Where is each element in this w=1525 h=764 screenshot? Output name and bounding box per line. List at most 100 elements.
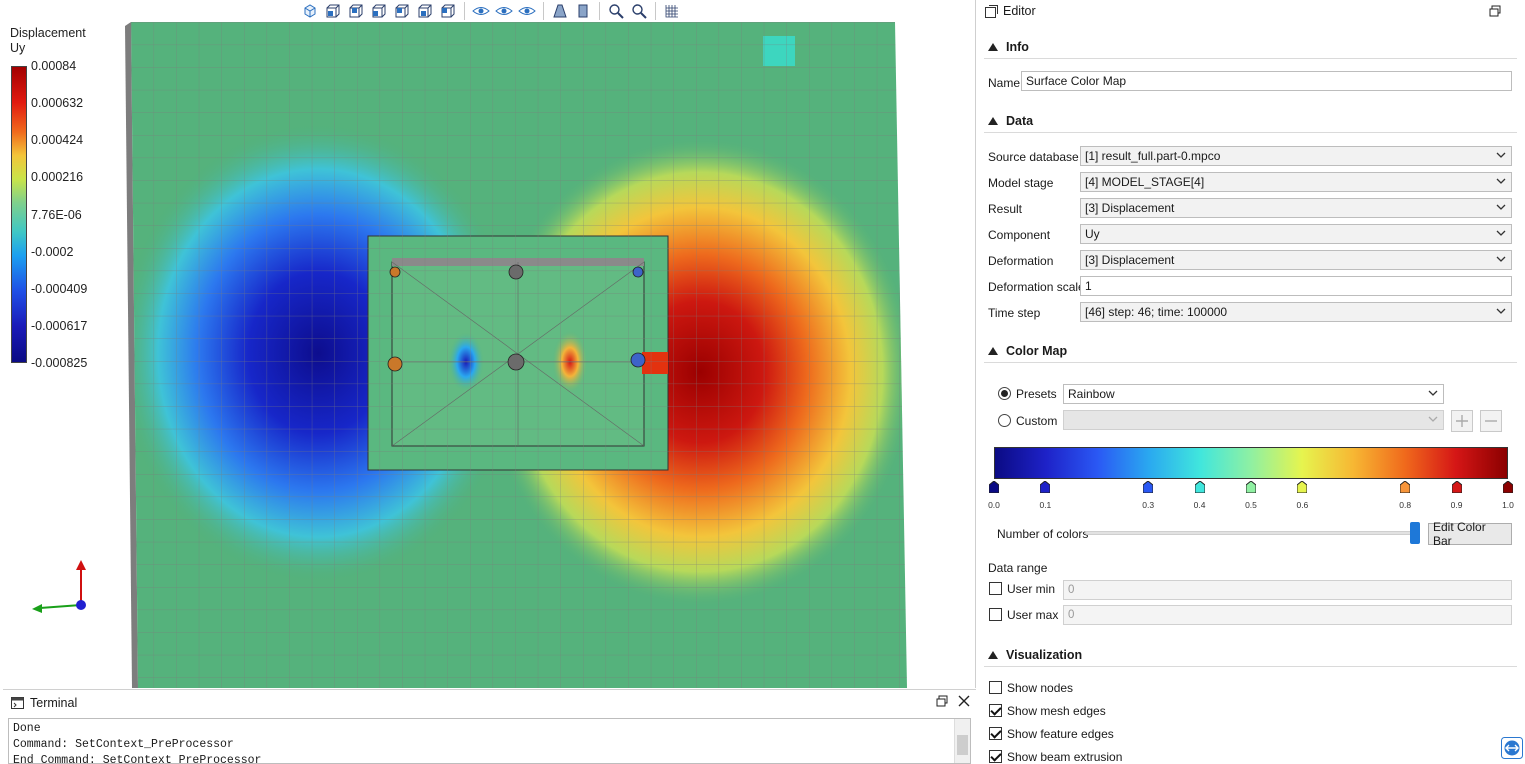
chevron-down-icon: [1496, 204, 1506, 210]
color-stop-label: 0.6: [1296, 500, 1309, 510]
legend-tick-label: 0.000632: [31, 96, 84, 111]
legend-tick-label: -0.000409: [31, 281, 88, 296]
color-stop-marker[interactable]: [988, 480, 1000, 494]
close-icon[interactable]: [958, 695, 970, 707]
color-map-preview[interactable]: [994, 447, 1508, 479]
field-label: Model stage: [988, 176, 1054, 190]
view-bottom-icon[interactable]: [438, 1, 458, 21]
section-info[interactable]: Info: [984, 35, 1517, 59]
perspective-icon[interactable]: [550, 1, 570, 21]
color-stop-marker[interactable]: [1502, 480, 1514, 494]
user-min-field[interactable]: 0: [1063, 580, 1512, 600]
visualization-label: Show feature edges: [1007, 727, 1114, 741]
axes-triad-icon: [32, 560, 86, 613]
edit-color-bar-button[interactable]: Edit Color Bar: [1428, 520, 1512, 548]
toolbar-separator: [655, 2, 656, 20]
color-stop-label: 0.9: [1450, 500, 1463, 510]
presets-label: Presets: [1016, 387, 1057, 401]
field-select[interactable]: [3] Displacement: [1080, 250, 1512, 270]
view-front-icon[interactable]: [323, 1, 343, 21]
presets-radio[interactable]: [998, 387, 1011, 400]
plus-icon: [1456, 415, 1468, 427]
grid-icon[interactable]: [662, 1, 682, 21]
view-right-icon[interactable]: [392, 1, 412, 21]
remote-support-icon[interactable]: [1501, 737, 1523, 759]
3d-viewport[interactable]: Displacement Uy 0.00084 0.000632 0.000424 0…: [0, 0, 976, 688]
user-min-checkbox[interactable]: [989, 582, 1002, 595]
color-stop-label: 0.5: [1245, 500, 1257, 510]
field-label: Component: [988, 228, 1051, 242]
field-value: [1] result_full.part-0.mpco: [1085, 149, 1221, 163]
visualization-checkbox[interactable]: [989, 704, 1002, 717]
legend-tick-label: -0.000617: [31, 318, 88, 333]
terminal-output[interactable]: Done Command: SetContext_PreProcessor End …: [8, 718, 971, 764]
float-icon[interactable]: [1489, 5, 1501, 17]
editor-title: Editor: [1003, 4, 1036, 18]
field-label: Deformation: [988, 254, 1054, 268]
field-input[interactable]: 1: [1080, 276, 1512, 296]
parallel-icon[interactable]: [573, 1, 593, 21]
visualization-checkbox[interactable]: [989, 681, 1002, 694]
color-stop-marker[interactable]: [1451, 480, 1463, 494]
hide-icon[interactable]: [471, 1, 491, 21]
terminal-line: Done: [13, 722, 41, 735]
field-value: [3] Displacement: [1085, 253, 1175, 267]
user-max-checkbox[interactable]: [989, 608, 1002, 621]
color-stop-marker[interactable]: [1245, 480, 1257, 494]
view-back-icon[interactable]: [346, 1, 366, 21]
show-all-icon[interactable]: [517, 1, 537, 21]
slider-handle[interactable]: [1410, 522, 1420, 544]
view-left-icon[interactable]: [369, 1, 389, 21]
field-value: [46] step: 46; time: 100000: [1085, 305, 1228, 319]
field-select[interactable]: [4] MODEL_STAGE[4]: [1080, 172, 1512, 192]
custom-select[interactable]: [1063, 410, 1444, 430]
field-select[interactable]: Uy: [1080, 224, 1512, 244]
data-range-label: Data range: [988, 561, 1048, 575]
visualization-label: Show mesh edges: [1007, 704, 1106, 718]
legend-tick-label: -0.000825: [31, 356, 88, 370]
remove-custom-button[interactable]: [1480, 410, 1502, 432]
legend-tick-label: 0.000424: [31, 133, 84, 148]
field-select[interactable]: [46] step: 46; time: 100000: [1080, 302, 1512, 322]
color-stop-marker[interactable]: [1142, 480, 1154, 494]
field-label: Time step: [988, 306, 1041, 320]
color-stop-label: 0.1: [1039, 500, 1052, 510]
color-stop-label: 0.3: [1142, 500, 1155, 510]
field-label: Result: [988, 202, 1023, 216]
terminal-panel: Terminal Done Command: SetContext_PreProc…: [3, 689, 976, 764]
float-icon[interactable]: [936, 695, 948, 707]
visualization-label: Show nodes: [1007, 681, 1074, 695]
user-max-field[interactable]: 0: [1063, 605, 1512, 625]
color-stop-marker[interactable]: [1039, 480, 1051, 494]
section-color-map[interactable]: Color Map: [984, 339, 1517, 363]
show-icon[interactable]: [494, 1, 514, 21]
field-select[interactable]: [3] Displacement: [1080, 198, 1512, 218]
view-iso-icon[interactable]: [300, 1, 320, 21]
presets-value: Rainbow: [1068, 387, 1115, 401]
terminal-scrollbar[interactable]: [954, 719, 970, 763]
color-stop-marker[interactable]: [1194, 480, 1206, 494]
zoom-region-icon[interactable]: [629, 1, 649, 21]
view-top-icon[interactable]: [415, 1, 435, 21]
add-custom-button[interactable]: [1451, 410, 1473, 432]
collapse-icon: [988, 346, 998, 355]
number-of-colors-slider[interactable]: [1085, 531, 1415, 535]
custom-radio[interactable]: [998, 414, 1011, 427]
chevron-down-icon: [1496, 230, 1506, 236]
visualization-checkbox[interactable]: [989, 750, 1002, 763]
presets-select[interactable]: Rainbow: [1063, 384, 1444, 404]
chevron-down-icon: [1428, 390, 1438, 396]
visualization-checkbox[interactable]: [989, 727, 1002, 740]
name-field[interactable]: Surface Color Map: [1021, 71, 1512, 91]
section-visualization[interactable]: Visualization: [984, 643, 1517, 667]
zoom-fit-icon[interactable]: [606, 1, 626, 21]
collapse-icon: [988, 42, 998, 51]
name-label: Name: [988, 76, 1021, 90]
section-data[interactable]: Data: [984, 109, 1517, 133]
legend-title-line1: Displacement: [10, 26, 86, 40]
color-stop-marker[interactable]: [1399, 480, 1411, 494]
color-stop-marker[interactable]: [1296, 480, 1308, 494]
field-select[interactable]: [1] result_full.part-0.mpco: [1080, 146, 1512, 166]
model-surface-plot[interactable]: [0, 0, 976, 688]
editor-panel: Editor Info Name Surface Color Map Data …: [980, 0, 1525, 764]
